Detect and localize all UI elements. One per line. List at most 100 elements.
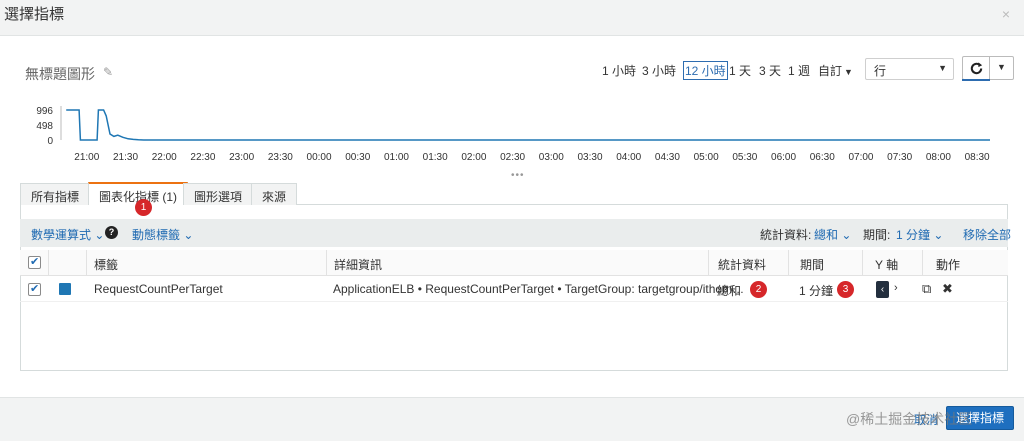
x-tick-label: 22:30 bbox=[190, 152, 215, 163]
x-tick-label: 08:00 bbox=[926, 152, 951, 163]
column-header-statistic: 統計資料 bbox=[718, 258, 767, 272]
dialog-title: 選擇指標 bbox=[4, 6, 65, 23]
checkmark-icon: ✔ bbox=[30, 283, 40, 295]
x-tick-label: 21:00 bbox=[74, 152, 99, 163]
column-header-label: 標籤 bbox=[94, 258, 119, 272]
dynamic-labels-label: 動態標籤 bbox=[132, 228, 181, 242]
time-range-3d[interactable]: 3 天 bbox=[759, 62, 781, 79]
refresh-icon bbox=[970, 62, 983, 75]
pencil-icon[interactable]: ✎ bbox=[103, 65, 113, 79]
x-tick-label: 23:30 bbox=[268, 152, 293, 163]
chevron-down-icon: ⌄ bbox=[841, 228, 852, 242]
remove-all-link[interactable]: 移除全部 bbox=[963, 226, 1011, 243]
metric-details: ApplicationELB • RequestCountPerTarget •… bbox=[333, 282, 745, 296]
remove-icon[interactable]: ✖ bbox=[942, 281, 953, 297]
select-all-checkbox[interactable]: ✔ bbox=[28, 256, 41, 269]
dialog-header: 選擇指標 × bbox=[0, 0, 1024, 36]
x-tick-label: 01:30 bbox=[423, 152, 448, 163]
x-tick-label: 23:00 bbox=[229, 152, 254, 163]
dynamic-labels-dropdown[interactable]: 動態標籤 ⌄ bbox=[132, 226, 193, 243]
graph-title[interactable]: 無標題圖形 bbox=[25, 64, 95, 84]
statistic-value: 總和 bbox=[814, 228, 839, 242]
row-period[interactable]: 1 分鐘 bbox=[799, 282, 833, 299]
time-range-1d[interactable]: 1 天 bbox=[729, 62, 751, 79]
column-divider bbox=[862, 250, 863, 276]
view-type-value: 行 bbox=[874, 64, 887, 78]
checkmark-icon: ✔ bbox=[30, 256, 40, 268]
refresh-active-indicator bbox=[962, 79, 990, 81]
resize-handle[interactable]: ••• bbox=[511, 170, 525, 181]
column-divider bbox=[788, 250, 789, 276]
metrics-toolbar: 數學運算式 ⌄ ? 動態標籤 ⌄ 統計資料: 總和 ⌄ 期間: 1 分鐘 ⌄ 移… bbox=[20, 219, 1011, 247]
x-tick-label: 00:30 bbox=[345, 152, 370, 163]
x-tick-label: 03:00 bbox=[539, 152, 564, 163]
x-tick-label: 06:00 bbox=[771, 152, 796, 163]
statistic-dropdown[interactable]: 總和 ⌄ bbox=[814, 226, 851, 243]
column-divider bbox=[48, 250, 49, 276]
x-tick-label: 08:30 bbox=[965, 152, 990, 163]
caret-down-icon: ▼ bbox=[938, 63, 947, 73]
x-tick-label: 07:30 bbox=[887, 152, 912, 163]
caret-down-icon: ▼ bbox=[997, 62, 1006, 72]
time-range-12h[interactable]: 12 小時 bbox=[683, 61, 728, 80]
x-tick-label: 07:00 bbox=[848, 152, 873, 163]
column-header-y-axis: Y 軸 bbox=[875, 258, 899, 272]
x-tick-label: 02:00 bbox=[461, 152, 486, 163]
tab-all-metrics[interactable]: 所有指標 bbox=[20, 183, 91, 205]
column-divider bbox=[326, 250, 327, 276]
period-value: 1 分鐘 bbox=[896, 228, 931, 242]
annotation-badge-2: 2 bbox=[750, 281, 767, 298]
caret-down-icon: ▼ bbox=[844, 67, 853, 77]
column-divider bbox=[86, 250, 87, 276]
custom-label: 自訂 bbox=[818, 64, 843, 78]
chevron-down-icon: ⌄ bbox=[94, 228, 105, 242]
math-expression-label: 數學運算式 bbox=[31, 228, 92, 242]
help-icon[interactable]: ? bbox=[105, 226, 118, 239]
x-tick-label: 01:00 bbox=[384, 152, 409, 163]
refresh-options-dropdown[interactable]: ▼ bbox=[990, 56, 1014, 80]
x-tick-label: 04:30 bbox=[655, 152, 680, 163]
tab-source[interactable]: 來源 bbox=[251, 183, 298, 205]
annotation-badge-1: 1 bbox=[135, 199, 152, 216]
column-divider bbox=[922, 250, 923, 276]
x-tick-label: 02:30 bbox=[500, 152, 525, 163]
time-range-custom[interactable]: 自訂 ▼ bbox=[818, 62, 853, 79]
x-tick-label: 04:00 bbox=[616, 152, 641, 163]
table-header: 標籤 詳細資訊 統計資料 期間 Y 軸 動作 bbox=[20, 250, 1008, 276]
row-checkbox[interactable]: ✔ bbox=[28, 283, 41, 296]
period-dropdown[interactable]: 1 分鐘 ⌄ bbox=[896, 226, 943, 243]
watermark: @稀土掘金技术社区 bbox=[846, 411, 973, 427]
y-axis-left-button[interactable]: ‹ bbox=[876, 281, 889, 298]
refresh-button[interactable] bbox=[962, 56, 990, 80]
x-tick-label: 21:30 bbox=[113, 152, 138, 163]
time-range-3h[interactable]: 3 小時 bbox=[642, 62, 676, 79]
time-range-1h[interactable]: 1 小時 bbox=[602, 62, 636, 79]
y-tick-label: 0 bbox=[47, 136, 53, 147]
metric-chart: 996 498 0 21:00 21:30 22:00 22:30 23:00 23:30 00:… bbox=[36, 106, 990, 163]
row-statistic[interactable]: 總和 bbox=[717, 282, 741, 299]
period-label: 期間: bbox=[863, 228, 891, 242]
y-axis-right-button[interactable]: › bbox=[894, 282, 898, 294]
x-tick-label: 03:30 bbox=[577, 152, 602, 163]
time-range-1w[interactable]: 1 週 bbox=[788, 62, 810, 79]
close-icon[interactable]: × bbox=[1002, 6, 1010, 22]
x-tick-label: 06:30 bbox=[810, 152, 835, 163]
view-type-select[interactable]: 行 ▼ bbox=[865, 58, 954, 80]
duplicate-icon[interactable]: ⧉ bbox=[922, 281, 931, 297]
x-tick-label: 00:00 bbox=[307, 152, 332, 163]
math-expression-dropdown[interactable]: 數學運算式 ⌄ bbox=[31, 226, 104, 243]
statistic-label: 統計資料: bbox=[760, 228, 812, 242]
series-color-swatch[interactable] bbox=[59, 283, 71, 295]
tab-graph-options[interactable]: 圖形選項 bbox=[183, 183, 254, 205]
x-tick-label: 22:00 bbox=[152, 152, 177, 163]
y-tick-label: 498 bbox=[36, 121, 53, 132]
series-line bbox=[66, 109, 990, 141]
chevron-down-icon: ⌄ bbox=[933, 228, 944, 242]
y-tick-label: 996 bbox=[36, 106, 53, 117]
column-header-actions: 動作 bbox=[936, 258, 961, 272]
column-divider bbox=[708, 250, 709, 276]
column-header-period: 期間 bbox=[800, 258, 825, 272]
chevron-down-icon: ⌄ bbox=[183, 228, 194, 242]
x-tick-label: 05:00 bbox=[694, 152, 719, 163]
metric-label[interactable]: RequestCountPerTarget bbox=[94, 282, 223, 296]
